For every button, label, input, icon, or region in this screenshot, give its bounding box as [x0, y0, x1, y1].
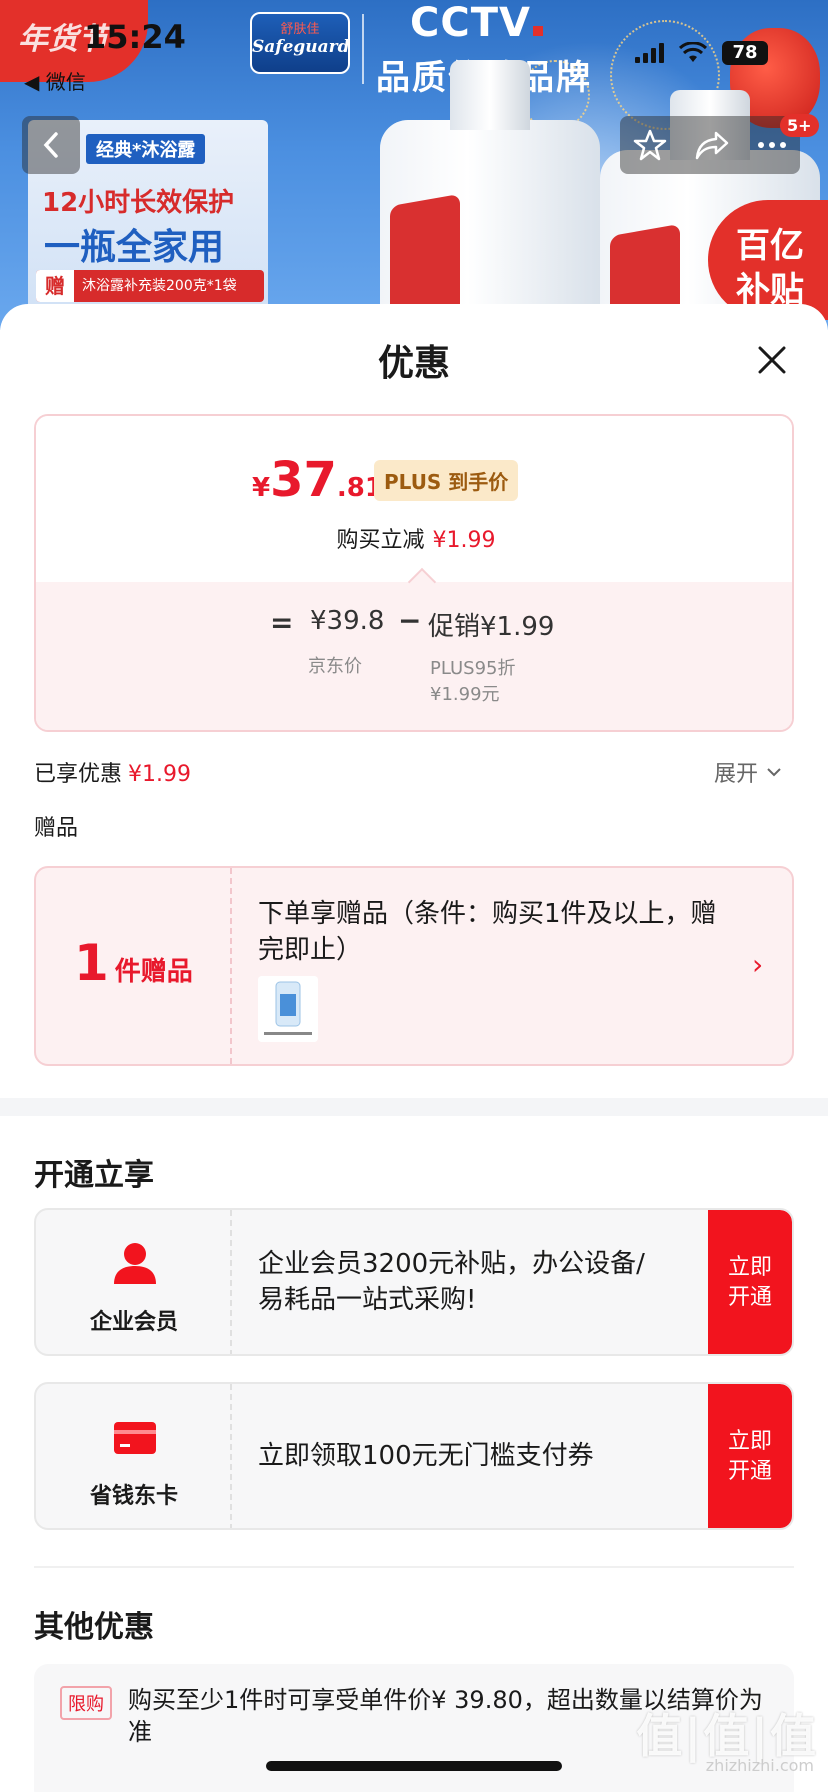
price-int: 37 [270, 452, 337, 508]
enterprise-member-card: 企业会员 企业会员3200元补贴，办公设备/易耗品一站式采购! 立即开通 [34, 1208, 794, 1356]
open-now-button[interactable]: 立即开通 [708, 1384, 792, 1528]
expand-label: 展开 [714, 762, 759, 787]
battery-icon: 78 [722, 41, 768, 65]
plus95-note: PLUS95折 ¥1.99元 [430, 656, 516, 708]
reduce-label: 购买立减 [336, 528, 425, 553]
system-icons: 78 [635, 38, 768, 68]
plus95-line2: ¥1.99元 [430, 684, 500, 705]
chevron-left-icon [43, 132, 58, 158]
limit-tag: 限购 [60, 1686, 112, 1720]
promo-amount: 促销¥1.99 [428, 612, 555, 642]
divider-line [34, 1566, 794, 1568]
equals-sign: = [270, 606, 294, 639]
gift-left: 1 件赠品 [36, 868, 232, 1064]
ad-tag: 经典*沐浴露 [86, 134, 206, 164]
home-indicator[interactable] [266, 1761, 562, 1771]
gift-description: 下单享赠品（条件：购买1件及以上，赠完即止） [258, 899, 717, 965]
sheet-title: 优惠 [377, 343, 450, 384]
minus-sign: − [398, 604, 422, 637]
jd-price-label: 京东价 [308, 656, 362, 677]
jd-price: ¥39.8 [310, 606, 385, 636]
star-icon[interactable] [633, 128, 667, 162]
section-divider [0, 1098, 828, 1116]
enjoyed-discount: 已享优惠 ¥1.99 [34, 756, 191, 788]
close-icon[interactable] [752, 340, 792, 380]
nav-action-group [620, 116, 800, 174]
bybt-line1: 百亿 [736, 226, 804, 266]
chevron-right-icon: › [752, 948, 764, 981]
card-left: 省钱东卡 [36, 1384, 232, 1528]
safeguard-en: Safeguard [252, 37, 350, 57]
expand-button[interactable]: 展开 [714, 756, 782, 788]
more-icon[interactable] [757, 140, 787, 150]
chevron-down-icon [767, 768, 781, 777]
banner-divider [362, 14, 364, 84]
signal-icon [635, 43, 664, 63]
gift-card[interactable]: 1 件赠品 下单享赠品（条件：购买1件及以上，赠完即止） › [34, 866, 794, 1066]
cctv-logo: CCTV [410, 0, 543, 46]
card-description: 立即领取100元无门槛支付券 [258, 1441, 594, 1471]
ad-line1: 12小时长效保护 [42, 188, 235, 218]
discount-sheet: 优惠 ¥37.81 PLUS 到手价 购买立减 ¥1.99 = ¥39.8 − 促… [0, 304, 828, 1792]
card-name: 企业会员 [89, 1310, 178, 1335]
wifi-icon [678, 42, 708, 62]
card-name: 省钱东卡 [89, 1484, 178, 1509]
price-top: ¥37.81 PLUS 到手价 购买立减 ¥1.99 [36, 416, 792, 582]
open-section-title: 开通立享 [34, 1158, 154, 1193]
watermark-url: zhizhizhi.com [705, 1756, 814, 1775]
plus95-line1: PLUS95折 [430, 658, 516, 679]
saving-card: 省钱东卡 立即领取100元无门槛支付券 立即开通 [34, 1382, 794, 1530]
reduce-amount: ¥1.99 [432, 528, 496, 553]
card-icon [114, 1422, 156, 1454]
enjoyed-label: 已享优惠 [34, 762, 123, 787]
gift-count-unit: 件赠品 [114, 957, 193, 987]
status-time: 15:24 [84, 18, 186, 56]
safeguard-cn: 舒肤佳 [280, 22, 320, 37]
ad-line2: 一瓶全家用 [44, 227, 225, 268]
share-icon[interactable] [694, 129, 730, 161]
safeguard-logo: 舒肤佳 Safeguard [250, 12, 350, 74]
back-to-wechat[interactable]: ◀ 微信 [24, 66, 86, 95]
plus-price-tag: PLUS 到手价 [374, 460, 519, 501]
ad-gift-prefix: 赠 [36, 270, 74, 302]
message-badge: 5+ [780, 114, 819, 137]
product-bottle [380, 60, 600, 330]
other-section-title: 其他优惠 [34, 1610, 154, 1645]
gift-product-thumbnail [258, 976, 318, 1042]
card-left: 企业会员 [36, 1210, 232, 1354]
bybt-badge: 百亿 补贴 [708, 200, 828, 320]
cctv-text: CCTV [410, 0, 531, 46]
enjoyed-amount: ¥1.99 [128, 762, 191, 787]
gift-section-title: 赠品 [34, 816, 79, 841]
reduce-line: 购买立减 ¥1.99 [36, 522, 792, 554]
final-price: ¥37.81 [252, 452, 383, 508]
back-button[interactable] [22, 116, 80, 174]
price-yen: ¥ [252, 473, 271, 503]
gift-count: 1 件赠品 [74, 934, 193, 992]
person-icon [114, 1243, 156, 1284]
price-card: ¥37.81 PLUS 到手价 购买立减 ¥1.99 = ¥39.8 − 促销¥1… [34, 414, 794, 732]
card-description: 企业会员3200元补贴，办公设备/易耗品一站式采购! [258, 1249, 645, 1315]
gift-count-number: 1 [74, 934, 109, 992]
open-now-button[interactable]: 立即开通 [708, 1210, 792, 1354]
